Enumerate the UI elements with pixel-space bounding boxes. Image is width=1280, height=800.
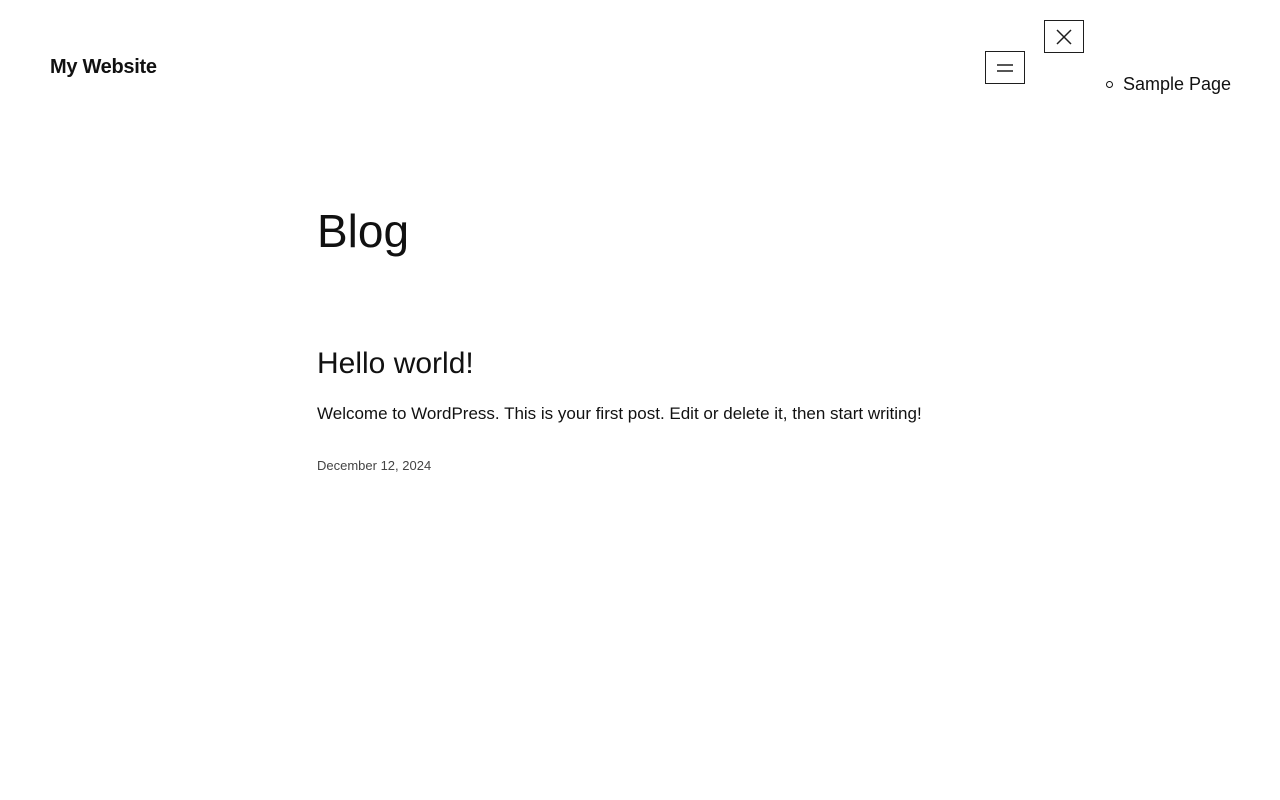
site-title-link[interactable]: My Website [50, 53, 157, 81]
post-title: Hello world! [317, 344, 474, 384]
post-excerpt: Welcome to WordPress. This is your first… [317, 404, 922, 423]
menu-close-button[interactable] [1044, 20, 1084, 53]
nav-item-sample-page: Sample Page [1106, 72, 1231, 96]
page-title: Blog [317, 205, 410, 257]
post-title-link[interactable]: Hello world! [317, 347, 474, 380]
close-icon [1056, 28, 1072, 45]
page: My Website Sample Page Blog Hello world!… [0, 0, 1280, 800]
nav-link-sample-page[interactable]: Sample Page [1123, 72, 1231, 96]
menu-open-button[interactable] [985, 51, 1025, 84]
list-bullet-icon [1106, 81, 1113, 88]
hamburger-icon [997, 63, 1013, 72]
post-date-link[interactable]: December 12, 2024 [317, 457, 431, 475]
navigation-menu: Sample Page [1106, 72, 1231, 96]
